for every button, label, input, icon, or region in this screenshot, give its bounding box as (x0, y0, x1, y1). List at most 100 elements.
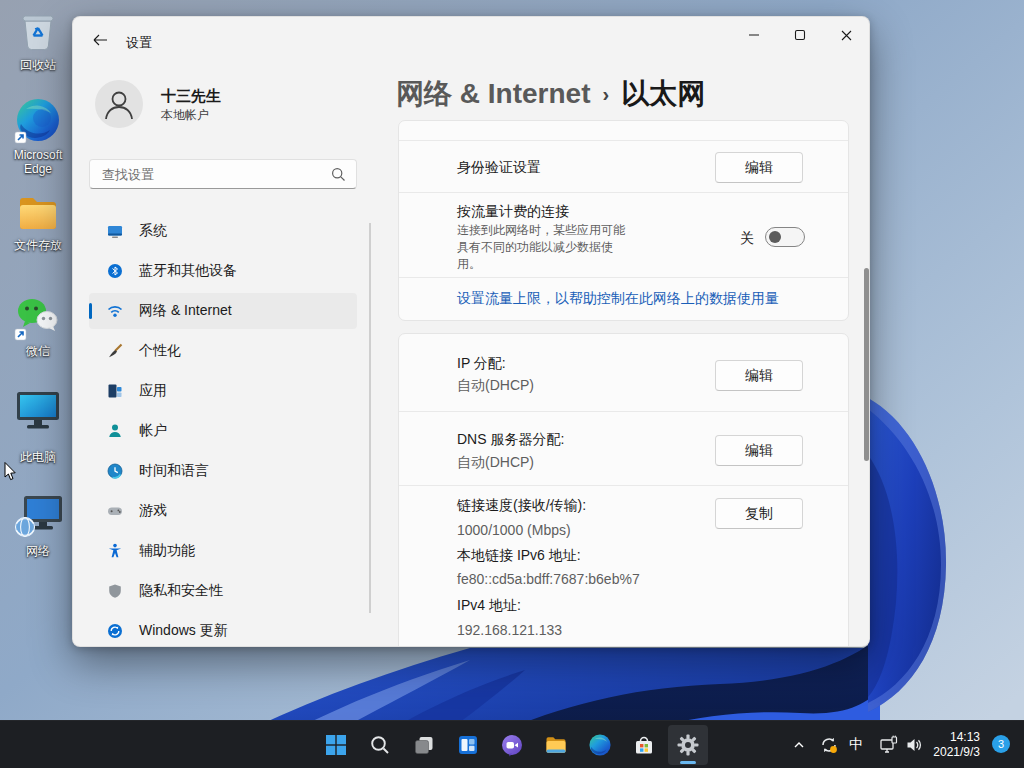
back-button[interactable] (87, 29, 113, 51)
desktop-icon-label: 网络 (0, 544, 76, 558)
tray-ime-indicator[interactable]: 中 (844, 725, 868, 765)
desktop-icon-this-pc[interactable]: 此电脑 (0, 386, 76, 464)
nav-label: 应用 (139, 382, 167, 400)
bluetooth-icon (107, 263, 123, 279)
clock-icon (107, 463, 123, 479)
ip-edit-button[interactable]: 编辑 (715, 360, 803, 391)
nav-item-gaming[interactable]: 游戏 (89, 493, 357, 529)
sidebar-scrollbar[interactable] (369, 223, 371, 613)
titlebar: 设置 (73, 17, 869, 53)
nav-item-apps[interactable]: 应用 (89, 373, 357, 409)
nav-label: 个性化 (139, 342, 181, 360)
update-icon (107, 623, 123, 639)
store-icon (632, 733, 656, 757)
breadcrumb: 网络 & Internet›以太网 (396, 75, 705, 113)
desktop-icon-network[interactable]: 网络 (0, 492, 76, 558)
nav-label: Windows 更新 (139, 622, 228, 640)
breadcrumb-current: 以太网 (621, 78, 705, 109)
store-button[interactable] (624, 725, 664, 765)
data-limit-link[interactable]: 设置流量上限，以帮助控制在此网络上的数据使用量 (457, 290, 779, 308)
window-scrollbar[interactable] (864, 268, 869, 461)
desktop-icon-label: 文件存放 (0, 238, 76, 252)
nav-item-accounts[interactable]: 帐户 (89, 413, 357, 449)
breadcrumb-separator: › (590, 83, 621, 105)
search-taskbar-button[interactable] (360, 725, 400, 765)
nav-item-accessibility[interactable]: 辅助功能 (89, 533, 357, 569)
divider (399, 140, 848, 141)
desktop-icon-files[interactable]: 文件存放 (0, 188, 76, 252)
task-view-icon (413, 734, 435, 756)
ipv6-label: 本地链接 IPv6 地址: (457, 547, 581, 565)
nav-item-network-internet[interactable]: 网络 & Internet (89, 293, 357, 329)
tray-date: 2021/9/3 (933, 745, 980, 760)
nav-item-bluetooth-devices[interactable]: 蓝牙和其他设备 (89, 253, 357, 289)
settings-window: 设置 十三先生 本地帐户 查找设置 (72, 16, 870, 647)
accessibility-icon (107, 543, 123, 559)
brush-icon (107, 343, 123, 359)
widgets-button[interactable] (448, 725, 488, 765)
ip-assignment-value: 自动(DHCP) (457, 377, 534, 395)
notification-count: 3 (998, 738, 1004, 750)
tray-chevron-up[interactable] (787, 725, 811, 765)
link-speed-label: 链接速度(接收/传输): (457, 497, 586, 515)
toggle-state-label: 关 (740, 230, 754, 248)
notification-badge[interactable]: 3 (992, 735, 1010, 753)
widgets-icon (457, 734, 479, 756)
taskbar: 中 14:13 2021/9/3 (0, 720, 1024, 768)
tray-update-icon[interactable] (816, 725, 842, 765)
nav-label: 隐私和安全性 (139, 582, 223, 600)
copy-button[interactable]: 复制 (715, 498, 803, 529)
ipv6-value: fe80::cd5a:bdff:7687:b6eb%7 (457, 571, 640, 587)
tray-time: 14:13 (933, 730, 980, 745)
tray-clock[interactable]: 14:13 2021/9/3 (933, 730, 980, 760)
system-icon (107, 223, 123, 239)
gamepad-icon (107, 503, 123, 519)
metered-title: 按流量计费的连接 (457, 203, 569, 221)
dns-edit-button[interactable]: 编辑 (715, 435, 803, 466)
nav-item-system[interactable]: 系统 (89, 213, 357, 249)
nav-item-personalization[interactable]: 个性化 (89, 333, 357, 369)
folder-icon (14, 188, 62, 236)
nav-label: 辅助功能 (139, 542, 195, 560)
nav-label: 网络 & Internet (139, 302, 232, 320)
search-icon (331, 167, 346, 182)
nav-list: 系统 蓝牙和其他设备 网络 & Internet 个性化 应用 (89, 213, 357, 647)
divider (399, 277, 848, 278)
avatar[interactable] (95, 80, 143, 128)
tray-volume-icon[interactable] (902, 725, 926, 765)
desktop-icon-wechat[interactable]: 微信 (0, 292, 76, 358)
nav-label: 游戏 (139, 502, 167, 520)
wechat-icon (13, 292, 63, 342)
desktop-icon-edge[interactable]: Microsoft Edge (0, 96, 76, 176)
start-button[interactable] (316, 725, 356, 765)
toggle-knob (769, 231, 781, 243)
auth-settings-label: 身份验证设置 (457, 159, 541, 177)
windows-logo-icon (325, 734, 347, 756)
edge-icon (13, 96, 63, 146)
nav-item-time-language[interactable]: 时间和语言 (89, 453, 357, 489)
ipv4-label: IPv4 地址: (457, 597, 521, 615)
breadcrumb-root[interactable]: 网络 & Internet (396, 78, 590, 109)
close-button[interactable] (823, 17, 869, 53)
file-explorer-button[interactable] (536, 725, 576, 765)
maximize-button[interactable] (777, 17, 823, 53)
search-icon (369, 734, 391, 756)
desktop-icon-label: Microsoft Edge (0, 148, 76, 176)
task-view-button[interactable] (404, 725, 444, 765)
dns-assignment-value: 自动(DHCP) (457, 454, 534, 472)
settings-taskbar-button[interactable] (668, 725, 708, 765)
desktop-icon-label: 回收站 (0, 58, 76, 72)
metered-toggle[interactable] (765, 227, 805, 247)
search-input[interactable]: 查找设置 (89, 159, 357, 189)
minimize-button[interactable] (731, 17, 777, 53)
this-pc-icon (13, 386, 63, 448)
desktop-icon-label: 微信 (0, 344, 76, 358)
nav-item-privacy-security[interactable]: 隐私和安全性 (89, 573, 357, 609)
chat-button[interactable] (492, 725, 532, 765)
nav-item-windows-update[interactable]: Windows 更新 (89, 613, 357, 647)
auth-edit-button[interactable]: 编辑 (715, 152, 803, 183)
tray-network-icon[interactable] (876, 725, 902, 765)
desktop-icon-recycle-bin[interactable]: 回收站 (0, 8, 76, 72)
edge-taskbar-button[interactable] (580, 725, 620, 765)
dns-assignment-label: DNS 服务器分配: (457, 431, 564, 449)
